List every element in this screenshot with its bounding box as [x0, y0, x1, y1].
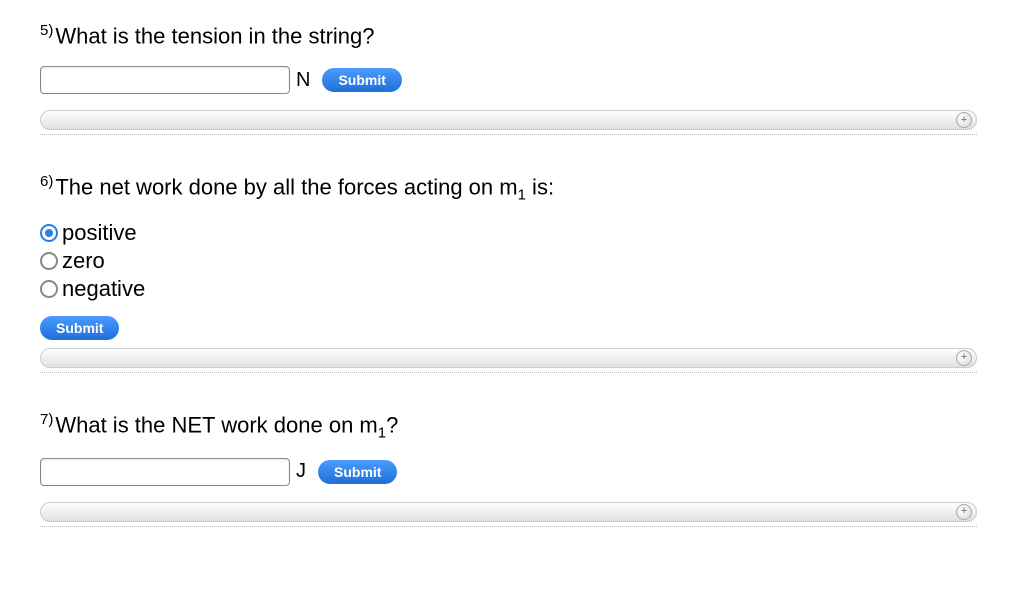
question-5: 5)What is the tension in the string? N S…: [40, 20, 977, 135]
net-work-input[interactable]: [40, 458, 290, 486]
radio-group-q6: positive zero negative: [40, 220, 977, 302]
radio-label-positive: positive: [62, 220, 137, 246]
question-6-text-before: The net work done by all the forces acti…: [55, 174, 517, 199]
divider-q5: [40, 134, 977, 135]
question-5-number: 5): [40, 22, 53, 39]
question-5-text: What is the tension in the string?: [55, 23, 374, 48]
submit-button-q6[interactable]: Submit: [40, 316, 119, 340]
divider-q6: [40, 372, 977, 373]
expander-bar-q5[interactable]: +: [40, 110, 977, 130]
question-5-prompt: 5)What is the tension in the string?: [40, 20, 977, 52]
question-6-text-after: is:: [526, 174, 554, 199]
tension-input[interactable]: [40, 66, 290, 94]
radio-label-zero: zero: [62, 248, 105, 274]
plus-icon[interactable]: +: [956, 504, 972, 520]
radio-dot-icon: [45, 229, 53, 237]
plus-icon[interactable]: +: [956, 112, 972, 128]
question-6: 6)The net work done by all the forces ac…: [40, 171, 977, 373]
question-7-sub: 1: [378, 425, 386, 442]
question-7-text-before: What is the NET work done on m: [55, 412, 377, 437]
question-7-number: 7): [40, 411, 53, 428]
radio-icon: [40, 280, 58, 298]
question-5-input-row: N Submit: [40, 66, 977, 94]
radio-option-negative[interactable]: negative: [40, 276, 977, 302]
radio-option-positive[interactable]: positive: [40, 220, 977, 246]
question-7-prompt: 7)What is the NET work done on m1?: [40, 409, 977, 444]
net-work-unit: J: [296, 460, 306, 483]
radio-option-zero[interactable]: zero: [40, 248, 977, 274]
question-7: 7)What is the NET work done on m1? J Sub…: [40, 409, 977, 527]
question-7-text-after: ?: [386, 412, 398, 437]
tension-unit: N: [296, 69, 310, 92]
question-7-input-row: J Submit: [40, 458, 977, 486]
question-6-number: 6): [40, 173, 53, 190]
radio-icon: [40, 252, 58, 270]
radio-icon: [40, 224, 58, 242]
radio-label-negative: negative: [62, 276, 145, 302]
submit-button-q5[interactable]: Submit: [322, 68, 401, 92]
expander-bar-q7[interactable]: +: [40, 502, 977, 522]
question-6-sub: 1: [518, 187, 526, 204]
question-6-prompt: 6)The net work done by all the forces ac…: [40, 171, 977, 206]
divider-q7: [40, 526, 977, 527]
plus-icon[interactable]: +: [956, 350, 972, 366]
expander-bar-q6[interactable]: +: [40, 348, 977, 368]
submit-button-q7[interactable]: Submit: [318, 460, 397, 484]
